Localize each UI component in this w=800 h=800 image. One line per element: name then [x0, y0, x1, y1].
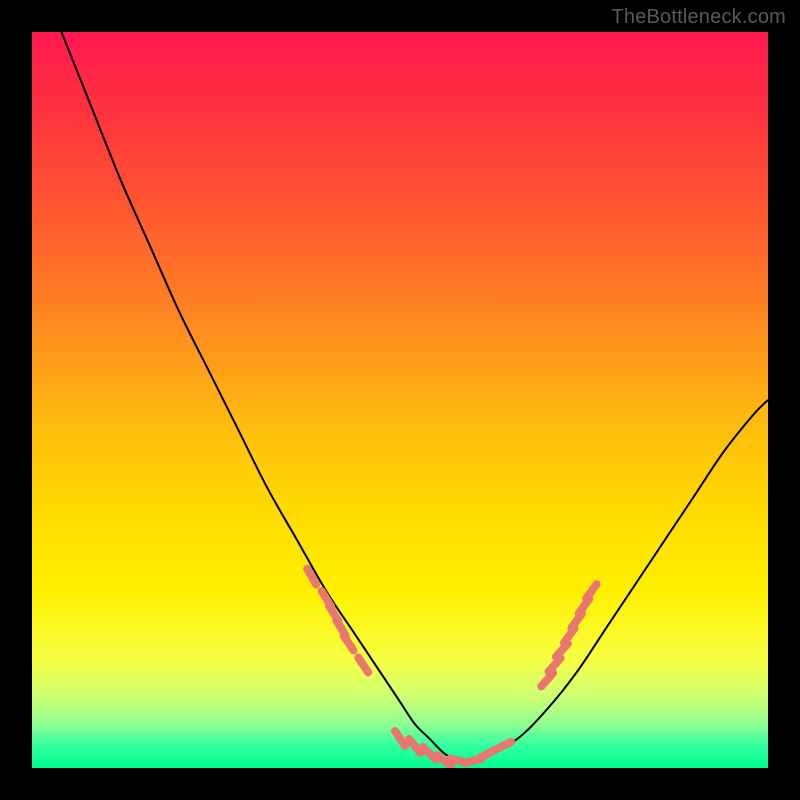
marker — [395, 731, 405, 746]
plot-area — [32, 32, 768, 768]
bottleneck-curve — [61, 32, 768, 762]
curve-svg — [32, 32, 768, 768]
curve-markers — [307, 569, 596, 766]
marker — [358, 657, 368, 672]
marker — [409, 739, 420, 753]
chart-frame: TheBottleneck.com — [0, 0, 800, 800]
marker — [495, 742, 511, 750]
watermark-text: TheBottleneck.com — [611, 6, 786, 29]
marker — [343, 635, 353, 650]
marker — [586, 584, 597, 599]
